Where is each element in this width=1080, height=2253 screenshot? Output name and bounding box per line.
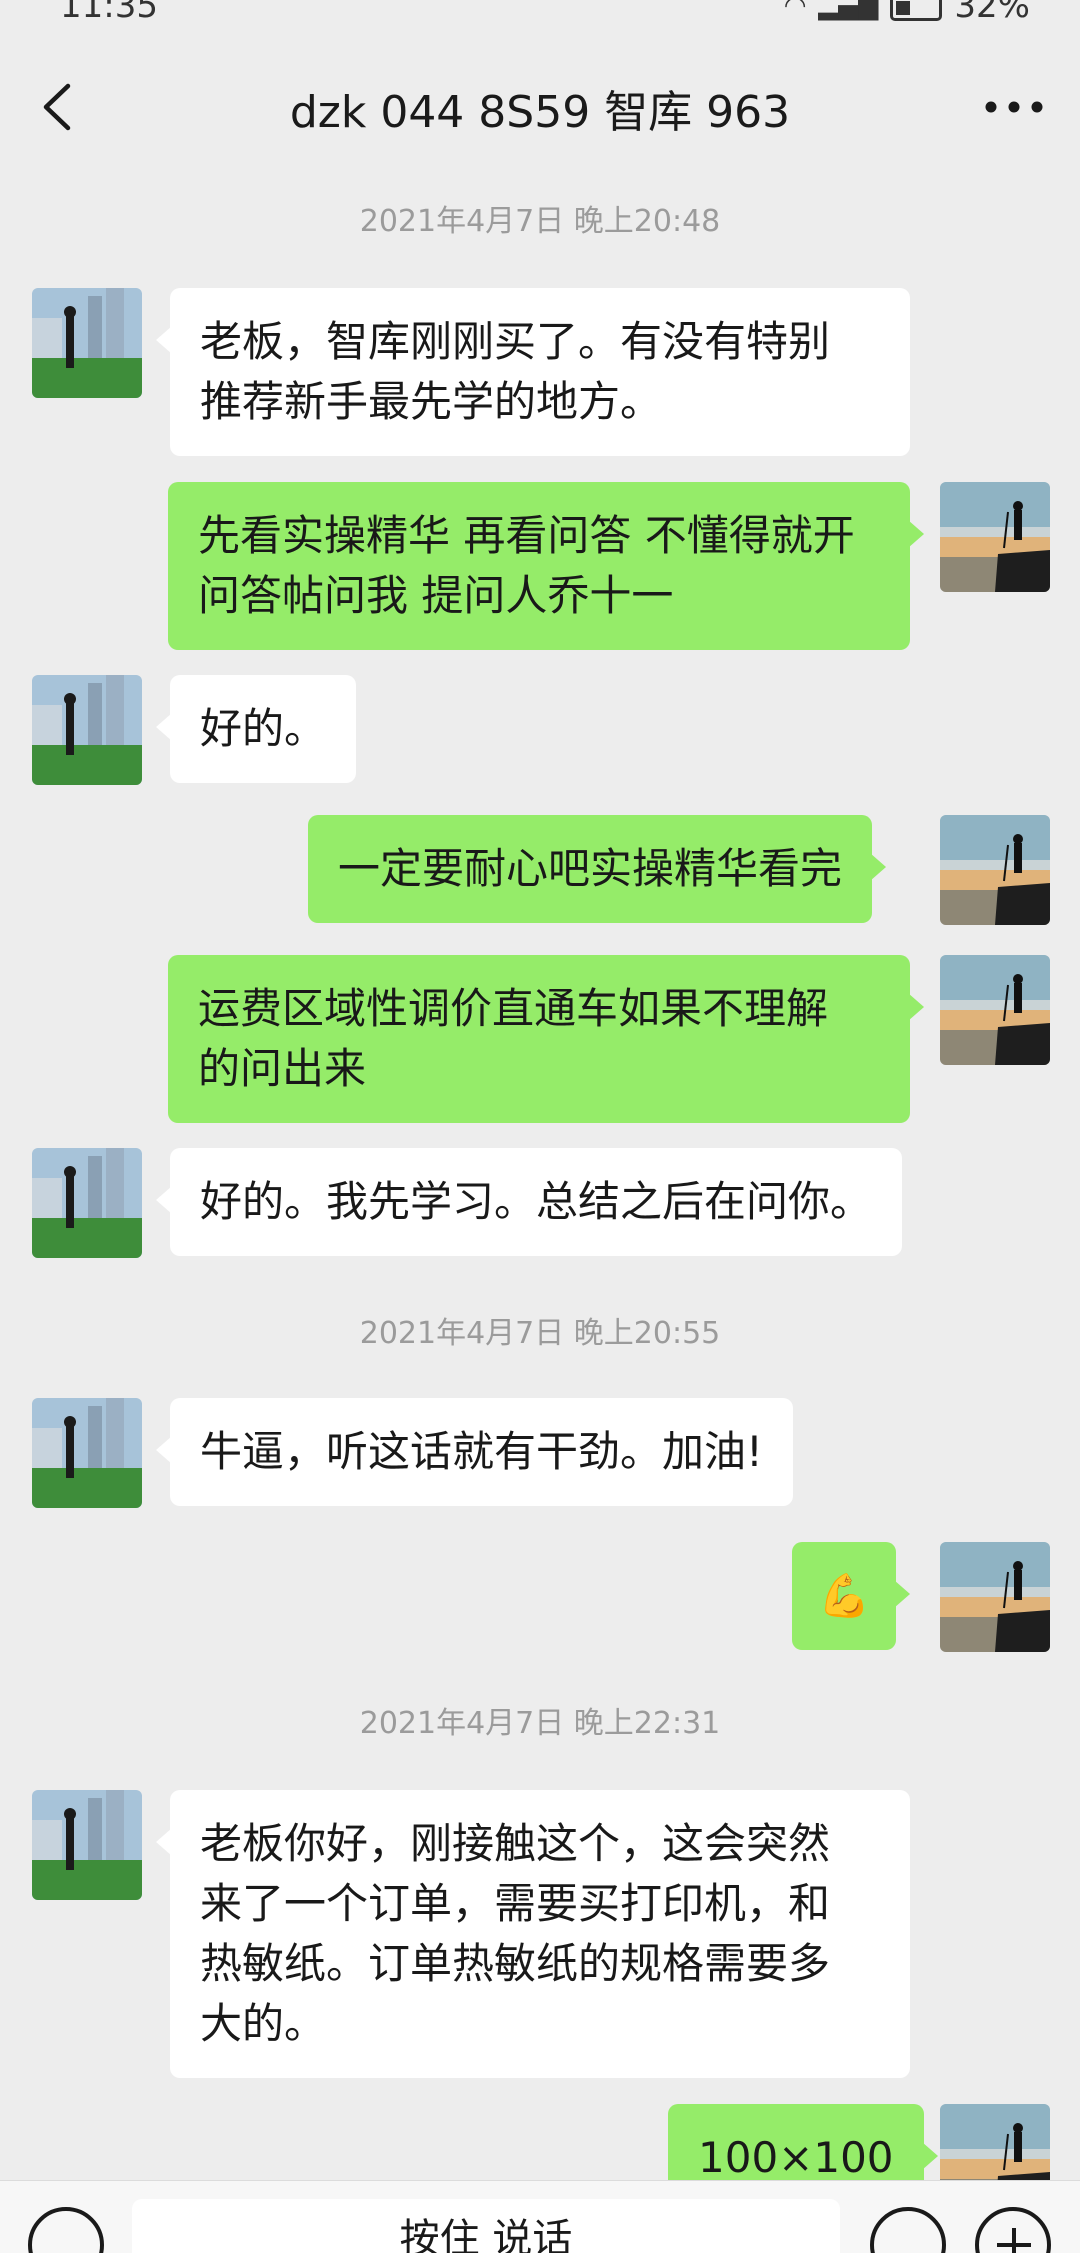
message-text: 推荐新手最先学的地方。 — [200, 377, 663, 426]
outgoing-message[interactable]: 💪 — [792, 1542, 911, 1650]
signal-icon: ▂▄▆ — [818, 0, 879, 21]
input-bar: 按住 说话 — [0, 2180, 1080, 2253]
incoming-message[interactable]: 老板，智库刚刚买了。有没有特别 推荐新手最先学的地方。 — [156, 288, 910, 456]
message-text: 一定要耐心吧实操精华看完 — [338, 844, 843, 893]
outgoing-message[interactable]: 一定要耐心吧实操精华看完 — [308, 815, 887, 923]
timestamp: 2021年4月7日 晚上20:48 — [359, 204, 721, 239]
message-text: 好的。我先学习。总结之后在问你。 — [200, 1177, 873, 1226]
contact-avatar[interactable] — [32, 1790, 142, 1900]
status-bar: 11:35 ◠ ▂▄▆ 32% — [0, 0, 1080, 30]
emoji-icon[interactable] — [870, 2207, 946, 2253]
message-text: 牛逼，听这话就有干劲。加油! — [200, 1427, 763, 1476]
battery-icon — [890, 0, 943, 21]
message-text: 问答帖问我 提问人乔十一 — [198, 571, 674, 620]
hold-to-talk-button[interactable]: 按住 说话 — [132, 2199, 840, 2253]
incoming-message[interactable]: 老板你好，刚接触这个，这会突然 来了一个订单，需要买打印机，和 热敏纸。订单热敏… — [156, 1790, 910, 2078]
battery-level: 32% — [954, 0, 1030, 26]
message-text: 的问出来 — [198, 1044, 367, 1093]
message-text: 老板，智库刚刚买了。有没有特别 — [200, 317, 831, 366]
contact-avatar[interactable] — [32, 675, 142, 785]
voice-keyboard-icon[interactable] — [28, 2207, 104, 2253]
more-dots-icon[interactable] — [984, 100, 1044, 114]
message-text: 100×100 — [698, 2133, 894, 2182]
message-text: 好的。 — [200, 704, 327, 753]
chat-header: dzk 044 8S59 智库 963 — [0, 40, 1080, 170]
contact-avatar[interactable] — [32, 1398, 142, 1508]
my-avatar[interactable] — [940, 815, 1050, 925]
message-text: 大的。 — [200, 1999, 327, 2048]
timestamp: 2021年4月7日 晚上20:55 — [359, 1316, 721, 1351]
message-text: 运费区域性调价直通车如果不理解 — [198, 984, 829, 1033]
contact-avatar[interactable] — [32, 1148, 142, 1258]
my-avatar[interactable] — [940, 1542, 1050, 1652]
message-text: 老板你好，刚接触这个，这会突然 — [200, 1819, 831, 1868]
outgoing-message[interactable]: 运费区域性调价直通车如果不理解 的问出来 — [168, 955, 924, 1123]
my-avatar[interactable] — [940, 482, 1050, 592]
incoming-message[interactable]: 好的。我先学习。总结之后在问你。 — [155, 1148, 903, 1256]
status-indicators: ◠ ▂▄▆ 32% — [784, 0, 1030, 26]
message-text: 来了一个订单，需要买打印机，和 — [200, 1879, 831, 1928]
wifi-icon: ◠ — [783, 0, 807, 21]
chat-title: dzk 044 8S59 智库 963 — [289, 87, 791, 138]
incoming-message[interactable]: 好的。 — [155, 675, 357, 783]
flexed-biceps-icon: 💪 — [818, 1571, 871, 1620]
incoming-message[interactable]: 牛逼，听这话就有干劲。加油! — [156, 1398, 793, 1506]
contact-avatar[interactable] — [32, 288, 142, 398]
status-time: 11:35 — [60, 0, 158, 26]
timestamp: 2021年4月7日 晚上22:31 — [359, 1706, 721, 1741]
message-text: 先看实操精华 再看问答 不懂得就开 — [198, 511, 855, 560]
plus-icon[interactable] — [975, 2207, 1051, 2253]
outgoing-message[interactable]: 先看实操精华 再看问答 不懂得就开 问答帖问我 提问人乔十一 — [168, 482, 924, 650]
my-avatar[interactable] — [940, 955, 1050, 1065]
message-text: 热敏纸。订单热敏纸的规格需要多 — [200, 1939, 831, 1988]
